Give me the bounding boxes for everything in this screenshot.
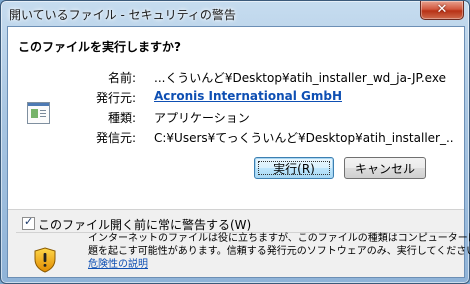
cancel-button[interactable]: キャンセル [344,157,426,179]
name-label: 名前: [107,71,136,85]
dialog-question: このファイルを実行しますか? [18,40,181,54]
source-value: C:¥Users¥てっくういんど¥Desktop¥atih_installer_… [154,131,454,145]
type-value: アプリケーション [154,111,250,125]
publisher-link[interactable]: Acronis International GmbH [154,89,342,103]
name-value: ...くういんど¥Desktop¥atih_installer_wd_ja-JP… [154,71,446,85]
close-button[interactable]: ✕ [420,1,464,20]
type-label: 種類: [107,111,136,125]
always-warn-label[interactable]: このファイル開く前に常に警告する(W) [38,216,251,233]
window-title: 開いているファイル - セキュリティの警告 [9,8,236,22]
cancel-button-label: キャンセル [354,162,415,176]
security-warning-dialog: 開いているファイル - セキュリティの警告 ✕ このファイルを実行しますか? 名… [0,0,470,284]
application-window-icon [27,102,50,124]
publisher-label: 発行元: [95,91,136,105]
warning-line-2: 題を起こす可能性があります。信頼する発行元のソフトウェアのみ、実行してください。 [88,246,470,257]
title-bar[interactable]: 開いているファイル - セキュリティの警告 ✕ [1,1,469,25]
header-band: このファイルを実行しますか? [8,27,464,61]
checkmark-icon: ✓ [24,215,34,228]
warning-text: インターネットのファイルは役に立ちますが、このファイルの種類はコンピューターに問… [88,232,470,271]
body-divider [8,209,464,210]
warning-line-1: インターネットのファイルは役に立ちますが、このファイルの種類はコンピューターに問 [88,233,470,244]
file-details-area: 名前: ...くういんど¥Desktop¥atih_installer_wd_j… [8,61,464,209]
run-button[interactable]: 実行(R) [254,157,334,179]
close-icon: ✕ [436,2,448,17]
always-warn-checkbox[interactable]: ✓ [22,215,35,230]
shield-warning-icon [34,247,56,273]
risk-explanation-link[interactable]: 危険性の説明 [88,259,148,270]
dialog-content: このファイルを実行しますか? 名前: ...くういんど¥Desktop¥atih… [7,26,470,278]
source-label: 発信元: [95,131,136,145]
